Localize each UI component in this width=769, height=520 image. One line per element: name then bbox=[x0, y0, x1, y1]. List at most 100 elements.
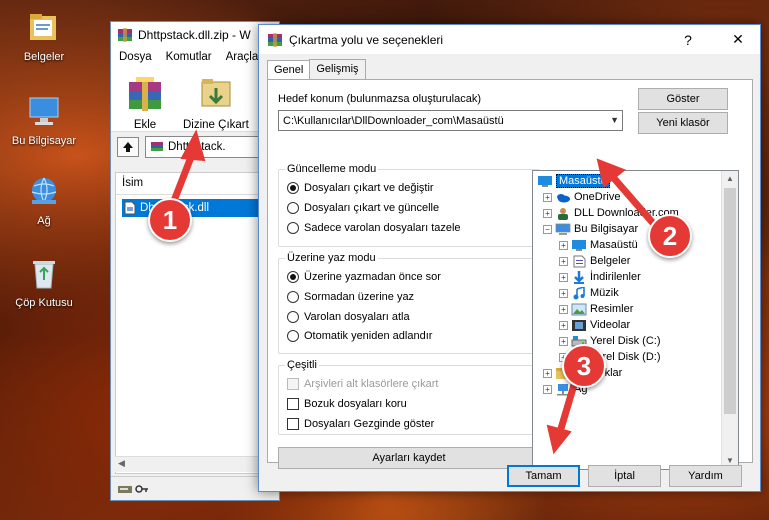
expand-icon[interactable]: + bbox=[559, 256, 568, 266]
expand-icon[interactable]: + bbox=[543, 192, 552, 202]
menu-file[interactable]: Dosya bbox=[119, 51, 152, 65]
expand-icon[interactable]: + bbox=[543, 384, 552, 394]
checkbox[interactable] bbox=[287, 418, 299, 430]
computer-icon bbox=[29, 97, 59, 125]
destination-label: Hedef konum (bulunmazsa oluşturulacak) bbox=[278, 93, 481, 105]
checkbox[interactable] bbox=[287, 398, 299, 410]
step-badge-1: 1 bbox=[148, 198, 192, 242]
expand-icon[interactable]: + bbox=[543, 208, 552, 218]
option-label: Bozuk dosyaları koru bbox=[304, 398, 407, 410]
step-badge-2: 2 bbox=[648, 214, 692, 258]
menu-commands[interactable]: Komutlar bbox=[166, 51, 212, 65]
overwrite-option-ask[interactable]: Üzerine yazmadan önce sor bbox=[287, 271, 441, 283]
winrar-title: Dhttpstack.dll.zip - W bbox=[138, 28, 251, 42]
tree-vertical-scrollbar[interactable]: ▲ ▼ bbox=[721, 171, 738, 469]
tab-general[interactable]: Genel bbox=[267, 60, 311, 80]
expand-icon[interactable]: + bbox=[559, 288, 568, 298]
dialog-title: Çıkartma yolu ve seçenekleri bbox=[289, 32, 444, 47]
tab-advanced[interactable]: Gelişmiş bbox=[309, 59, 366, 79]
help-title-button[interactable]: ? bbox=[666, 25, 710, 54]
close-button[interactable]: ✕ bbox=[716, 25, 760, 54]
overwrite-option-rename[interactable]: Otomatik yeniden adlandır bbox=[287, 330, 432, 342]
column-header-name[interactable]: İsim bbox=[116, 173, 278, 195]
update-option-extract-update[interactable]: Dosyaları çıkart ve güncelle bbox=[287, 202, 439, 214]
tree-item-onedrive[interactable]: + OneDrive bbox=[543, 189, 620, 205]
chevron-down-icon[interactable]: ▼ bbox=[610, 115, 619, 125]
overwrite-option-without-prompt[interactable]: Sormadan üzerine yaz bbox=[287, 291, 414, 303]
desktop-icon-documents[interactable]: Belgeler bbox=[6, 10, 82, 63]
scroll-up-icon[interactable]: ▲ bbox=[722, 171, 738, 187]
radio-button[interactable] bbox=[287, 291, 299, 303]
radio-button[interactable] bbox=[287, 182, 299, 194]
help-button[interactable]: Yardım bbox=[669, 465, 742, 487]
tree-item-desktop-root[interactable]: Masaüstü bbox=[537, 173, 610, 189]
expand-icon[interactable]: + bbox=[559, 240, 568, 250]
tree-item-desktop[interactable]: + Masaüstü bbox=[559, 237, 638, 253]
expand-icon[interactable]: + bbox=[559, 320, 568, 330]
misc-option-keep-broken[interactable]: Bozuk dosyaları koru bbox=[287, 398, 407, 410]
expand-icon[interactable]: + bbox=[543, 368, 552, 378]
overwrite-mode-title: Üzerine yaz modu bbox=[285, 252, 378, 264]
expand-icon[interactable]: + bbox=[559, 336, 568, 346]
tree-item-documents[interactable]: + Belgeler bbox=[559, 253, 630, 269]
update-option-freshen[interactable]: Sadece varolan dosyaları tazele bbox=[287, 222, 461, 234]
dialog-tabs: Genel Gelişmiş bbox=[267, 59, 366, 80]
cancel-button[interactable]: İptal bbox=[588, 465, 661, 487]
new-folder-button[interactable]: Yeni klasör bbox=[638, 112, 728, 134]
tree-item-label: Videolar bbox=[590, 319, 631, 331]
tree-item-videos[interactable]: + Videolar bbox=[559, 317, 630, 333]
winrar-statusbar bbox=[111, 476, 279, 500]
winrar-app-icon bbox=[268, 32, 282, 47]
expand-icon[interactable]: + bbox=[559, 304, 568, 314]
tree-item-pictures[interactable]: + Resimler bbox=[559, 301, 633, 317]
misc-option-show-in-explorer[interactable]: Dosyaları Gezginde göster bbox=[287, 418, 434, 430]
add-button[interactable]: Ekle bbox=[123, 74, 167, 131]
radio-button[interactable] bbox=[287, 271, 299, 283]
checkbox bbox=[287, 378, 299, 390]
network-globe-icon bbox=[31, 177, 57, 204]
update-option-extract-replace[interactable]: Dosyaları çıkart ve değiştir bbox=[287, 182, 434, 194]
recycle-bin-icon bbox=[33, 261, 55, 289]
winrar-menubar: Dosya Komutlar Araçla bbox=[111, 48, 279, 68]
scrollbar-thumb[interactable] bbox=[724, 188, 736, 414]
save-settings-button[interactable]: Ayarları kaydet bbox=[278, 447, 540, 469]
radio-button[interactable] bbox=[287, 311, 299, 323]
menu-tools[interactable]: Araçla bbox=[226, 51, 259, 65]
general-tab-panel: Hedef konum (bulunmazsa oluşturulacak) C… bbox=[267, 79, 753, 470]
radio-button[interactable] bbox=[287, 202, 299, 214]
radio-button[interactable] bbox=[287, 330, 299, 342]
ok-button[interactable]: Tamam bbox=[507, 465, 580, 487]
desktop-icon-network[interactable]: Ağ bbox=[6, 174, 82, 227]
archive-path-field[interactable]: Dhttpstack. bbox=[145, 136, 273, 158]
tree-item-downloads[interactable]: + İndirilenler bbox=[559, 269, 641, 285]
show-button[interactable]: Göster bbox=[638, 88, 728, 110]
destination-path-combobox[interactable]: C:\Kullanıcılar\DllDownloader_com\Masaüs… bbox=[278, 110, 623, 131]
onedrive-icon bbox=[557, 193, 570, 202]
up-folder-button[interactable] bbox=[117, 137, 139, 157]
collapse-icon[interactable]: − bbox=[543, 224, 552, 234]
tree-item-label: OneDrive bbox=[574, 191, 621, 203]
radio-button[interactable] bbox=[287, 222, 299, 234]
tree-item-this-pc[interactable]: − Bu Bilgisayar bbox=[543, 221, 638, 237]
key-status-icon bbox=[135, 484, 148, 493]
disk-status-icon bbox=[118, 485, 132, 493]
overwrite-option-skip[interactable]: Varolan dosyaları atla bbox=[287, 311, 410, 323]
dll-file-icon bbox=[124, 201, 136, 215]
option-label: Arşivleri alt klasörlere çıkart bbox=[304, 378, 439, 390]
archive-path-text: Dhttpstack. bbox=[168, 141, 226, 153]
dialog-titlebar[interactable]: Çıkartma yolu ve seçenekleri ? ✕ bbox=[259, 25, 760, 54]
desktop-icon-this-pc[interactable]: Bu Bilgisayar bbox=[6, 94, 82, 147]
file-row[interactable]: Dhttpstack.dll bbox=[122, 199, 278, 217]
folder-tree[interactable]: Masaüstü + OneDrive + DLL Downloader.com… bbox=[532, 170, 739, 470]
overwrite-mode-group: Üzerine yaz modu Üzerine yazmadan önce s… bbox=[278, 252, 540, 354]
winrar-titlebar[interactable]: Dhttpstack.dll.zip - W bbox=[111, 22, 279, 48]
option-label: Dosyaları çıkart ve güncelle bbox=[304, 202, 440, 214]
extract-to-button[interactable]: Dizine Çıkart bbox=[183, 74, 249, 131]
desktop-icon-recycle-bin[interactable]: Çöp Kutusu bbox=[6, 256, 82, 309]
tree-item-music[interactable]: + Müzik bbox=[559, 285, 619, 301]
expand-icon[interactable]: + bbox=[559, 272, 568, 282]
tree-item-label: Masaüstü bbox=[556, 174, 610, 188]
file-list-horizontal-scrollbar[interactable]: ◀ bbox=[115, 456, 279, 472]
videos-icon bbox=[572, 319, 586, 331]
tree-item-label: İndirilenler bbox=[590, 271, 641, 283]
